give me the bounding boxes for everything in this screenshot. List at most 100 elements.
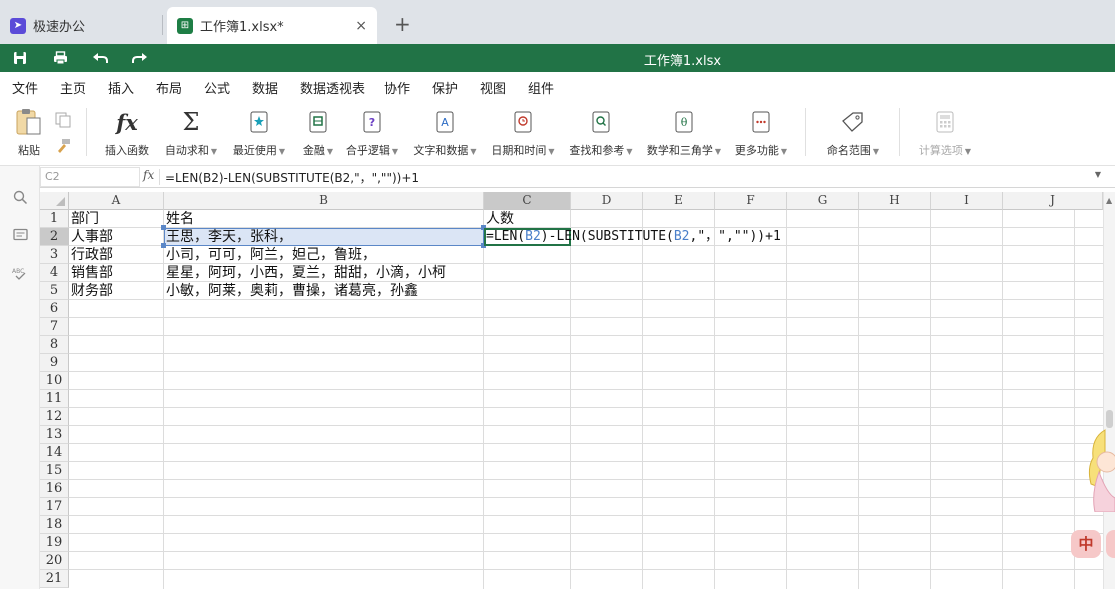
cell-c2-editor[interactable]: =LEN(B2)-LEN(SUBSTITUTE(B2,"，",""))+1 (484, 228, 781, 246)
gridline (69, 515, 1103, 516)
lookup-button[interactable]: 查找和参考 ▼ (566, 108, 636, 158)
theta-book-icon: θ (644, 108, 724, 136)
column-header-b[interactable]: B (164, 192, 484, 210)
new-tab-button[interactable]: + (394, 12, 411, 36)
more-functions-button[interactable]: 更多功能 ▼ (732, 108, 790, 158)
column-header-h[interactable]: H (859, 192, 931, 210)
format-painter-icon[interactable] (55, 138, 71, 157)
cell-c1[interactable]: 人数 (484, 210, 514, 228)
row-header[interactable]: 10 (40, 372, 69, 390)
menu-data[interactable]: 数据 (252, 78, 278, 97)
row-header[interactable]: 16 (40, 480, 69, 498)
recent-used-button[interactable]: 最近使用 ▼ (230, 108, 288, 158)
row-header[interactable]: 9 (40, 354, 69, 372)
menu-home[interactable]: 主页 (60, 78, 86, 97)
column-header-a[interactable]: A (69, 192, 164, 210)
column-header-e[interactable]: E (643, 192, 715, 210)
column-header-f[interactable]: F (715, 192, 787, 210)
row-header[interactable]: 14 (40, 444, 69, 462)
insert-function-button[interactable]: fx 插入函数 (102, 108, 152, 158)
column-header-j[interactable]: J (1003, 192, 1103, 210)
menu-components[interactable]: 组件 (528, 78, 554, 97)
logical-button[interactable]: ? 合乎逻辑 ▼ (343, 108, 401, 158)
cell-a4[interactable]: 销售部 (69, 264, 113, 282)
fx-icon[interactable]: fx (143, 168, 154, 182)
search-icon[interactable] (11, 188, 29, 206)
menu-file[interactable]: 文件 (12, 78, 38, 97)
row-header[interactable]: 21 (40, 570, 69, 588)
row-header[interactable]: 3 (40, 246, 69, 264)
finance-book-icon (297, 108, 339, 136)
cell-b4[interactable]: 星星，阿珂，小西，夏兰，甜甜，小滴，小柯 (164, 264, 446, 282)
row-header[interactable]: 5 (40, 282, 69, 300)
left-sidebar: ABC (0, 166, 40, 589)
row-header[interactable]: 17 (40, 498, 69, 516)
name-box[interactable]: C2 (40, 167, 140, 187)
column-header-d[interactable]: D (571, 192, 643, 210)
cell-b1[interactable]: 姓名 (164, 210, 194, 228)
select-all-corner[interactable] (40, 192, 69, 210)
row-header[interactable]: 18 (40, 516, 69, 534)
c2-text: )-LEN(SUBSTITUTE( (540, 229, 674, 244)
comment-icon[interactable] (11, 226, 29, 244)
row-header[interactable]: 13 (40, 426, 69, 444)
ime-extra-button[interactable] (1106, 530, 1115, 558)
named-range-button[interactable]: 命名范围 ▼ (824, 108, 882, 158)
cell-b5[interactable]: 小敏，阿莱，奥莉，曹操，诸葛亮，孙鑫 (164, 282, 418, 300)
tab-workbook[interactable]: ⊞ 工作簿1.xlsx* × (167, 7, 377, 44)
column-header-g[interactable]: G (787, 192, 859, 210)
row-header[interactable]: 12 (40, 408, 69, 426)
menu-formula[interactable]: 公式 (204, 78, 231, 102)
autosum-button[interactable]: Σ 自动求和 ▼ (163, 108, 219, 158)
menu-pivot-table[interactable]: 数据透视表 (300, 78, 365, 97)
gridline (69, 533, 1103, 534)
row-header[interactable]: 15 (40, 462, 69, 480)
column-header-c[interactable]: C (484, 192, 571, 210)
spreadsheet-icon: ⊞ (177, 17, 193, 34)
menu-insert[interactable]: 插入 (108, 78, 134, 97)
cell-b2[interactable]: 王思，李天，张科， (164, 228, 292, 246)
row-header[interactable]: 2 (40, 228, 69, 246)
gridline (69, 407, 1103, 408)
more-book-icon (732, 108, 790, 136)
row-header[interactable]: 6 (40, 300, 69, 318)
tab-home-label: 极速办公 (33, 20, 86, 35)
datetime-button[interactable]: 日期和时间 ▼ (488, 108, 558, 158)
row-header[interactable]: 1 (40, 210, 69, 228)
copy-icon[interactable] (55, 112, 71, 131)
menu-protect[interactable]: 保护 (432, 78, 458, 97)
calc-options-button[interactable]: 计算选项 ▼ (916, 108, 974, 158)
formula-input[interactable]: =LEN(B2)-LEN(SUBSTITUTE(B2,"，",""))+1 (165, 169, 419, 186)
menu-view[interactable]: 视图 (480, 78, 506, 97)
menu-collaborate[interactable]: 协作 (384, 78, 410, 97)
paste-label: 粘贴 (18, 144, 40, 157)
close-tab-icon[interactable]: × (355, 18, 367, 34)
column-header-i[interactable]: I (931, 192, 1003, 210)
row-header[interactable]: 4 (40, 264, 69, 282)
row-header[interactable]: 19 (40, 534, 69, 552)
ime-toggle-button[interactable]: 中 (1071, 530, 1101, 558)
spellcheck-icon[interactable]: ABC (11, 264, 29, 282)
financial-button[interactable]: 金融 ▼ (297, 108, 339, 158)
spreadsheet-grid[interactable]: A B C D E F G H I J 1 2 3 4 5 6 7 8 9 10… (40, 192, 1103, 589)
scroll-up-icon[interactable]: ▲ (1106, 196, 1112, 205)
cell-a2[interactable]: 人事部 (69, 228, 113, 246)
row-header[interactable]: 7 (40, 318, 69, 336)
text-data-button[interactable]: A 文字和数据 ▼ (410, 108, 480, 158)
scrollbar-thumb[interactable] (1106, 410, 1113, 428)
row-header[interactable]: 20 (40, 552, 69, 570)
tab-home[interactable]: ➤ 极速办公 (0, 7, 162, 44)
calculator-icon (916, 108, 974, 136)
chevron-down-icon[interactable]: ▼ (1095, 170, 1101, 179)
math-trig-button[interactable]: θ 数学和三角学 ▼ (644, 108, 724, 158)
cell-a1[interactable]: 部门 (69, 210, 99, 228)
cell-a3[interactable]: 行政部 (69, 246, 113, 264)
row-header[interactable]: 8 (40, 336, 69, 354)
cell-a5[interactable]: 财务部 (69, 282, 113, 300)
row-header[interactable]: 11 (40, 390, 69, 408)
paste-button[interactable]: 粘贴 (12, 108, 46, 158)
cell-b3[interactable]: 小司，可可，阿兰，妲己，鲁班， (164, 246, 376, 264)
menu-layout[interactable]: 布局 (156, 78, 182, 97)
ribbon-divider (86, 108, 87, 156)
gridline (69, 569, 1103, 570)
